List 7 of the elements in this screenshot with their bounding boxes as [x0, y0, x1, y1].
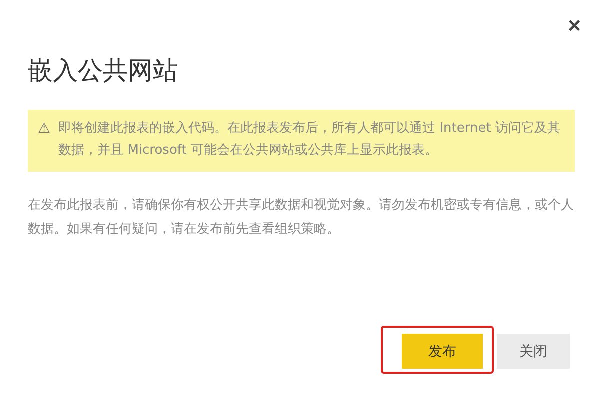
close-dialog-button[interactable]: 关闭 — [497, 334, 570, 369]
warning-icon: ⚠ — [38, 118, 51, 140]
warning-text: 即将创建此报表的嵌入代码。在此报表发布后，所有人都可以通过 Internet 访问它及其数据，并且 Microsoft 可能会在公共网站或公共库上显示此报表。 — [58, 120, 562, 160]
publish-button[interactable]: 发布 — [402, 334, 483, 369]
close-button[interactable]: × — [568, 14, 581, 38]
body-text: 在发布此报表前，请确保你有权公开共享此数据和视觉对象。请勿发布机密或专有信息，或个人数据。如果有任何疑问，请在发布前先查看组织策略。 — [28, 197, 575, 239]
dialog-title: 嵌入公共网站 — [28, 55, 179, 87]
